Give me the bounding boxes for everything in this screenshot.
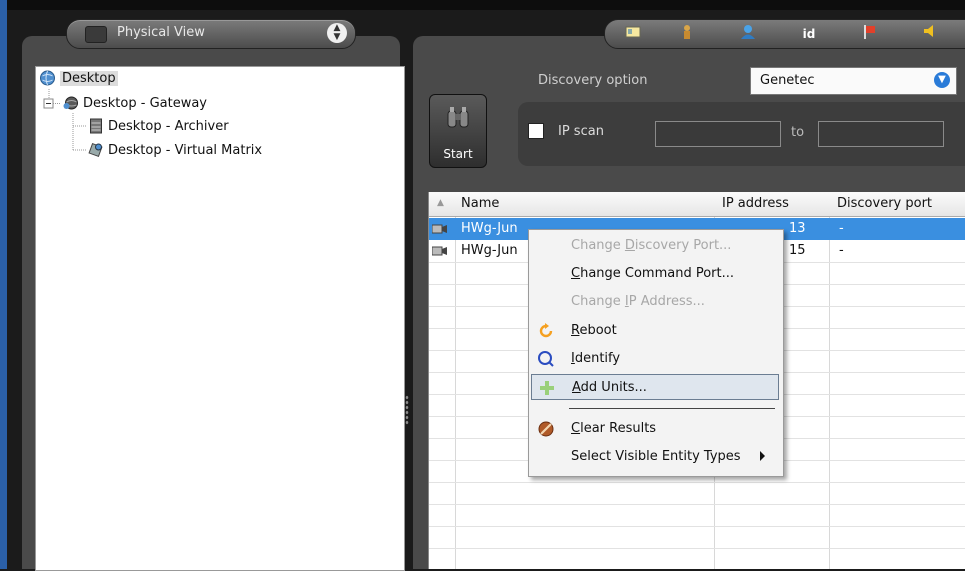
menu-item-label: Change IP Address... <box>571 294 705 309</box>
tree-item-label: Desktop - Gateway <box>83 95 207 111</box>
gateway-globe-icon <box>63 96 78 110</box>
clear-icon <box>538 421 554 437</box>
menu-item-label: Change Command Port... <box>571 266 735 281</box>
window-left-edge <box>0 0 7 569</box>
entity-tree: Desktop Desktop - Gateway Desktop - Arch… <box>35 66 405 571</box>
chevron-down-icon[interactable]: ▼ <box>934 72 950 88</box>
ip-range-to-label: to <box>791 125 805 140</box>
row-divider <box>429 548 965 549</box>
menu-item-change-ip-address[interactable]: Change IP Address... <box>531 289 779 315</box>
column-header-name[interactable]: Name <box>461 196 499 211</box>
reboot-icon <box>539 323 553 338</box>
menu-item-label: Select Visible Entity Types <box>571 449 741 464</box>
tree-item-desktop[interactable]: Desktop <box>39 70 118 86</box>
tree-item-gateway[interactable]: Desktop - Gateway <box>62 95 207 111</box>
flag-icon[interactable] <box>857 24 881 44</box>
row-divider <box>429 526 965 527</box>
menu-item-change-command-port[interactable]: Change Command Port... <box>531 261 779 287</box>
tree-item-virtual-matrix[interactable]: Desktop - Virtual Matrix <box>87 142 262 158</box>
add-icon <box>540 381 554 395</box>
user-group-icon[interactable] <box>736 24 760 44</box>
discovery-option-label: Discovery option <box>538 73 648 88</box>
archiver-server-icon <box>90 118 102 134</box>
unit-camera-icon <box>432 246 447 256</box>
row-name: HWg-Jun <box>461 221 518 236</box>
sort-ascending-icon[interactable]: ▲ <box>437 198 444 208</box>
menu-item-change-discovery-port[interactable]: Change Discovery Port... <box>531 233 779 259</box>
person-icon[interactable] <box>675 24 699 44</box>
tree-item-label: Desktop - Archiver <box>108 118 229 134</box>
submenu-arrow-icon <box>760 451 765 461</box>
physical-view-icon <box>85 26 107 43</box>
start-button-label: Start <box>443 147 473 161</box>
binoculars-icon <box>447 107 469 128</box>
start-button[interactable]: Start <box>429 94 487 168</box>
view-selector-label: Physical View <box>117 25 205 40</box>
row-divider <box>429 482 965 483</box>
menu-item-clear-results[interactable]: Clear Results <box>531 416 779 442</box>
tree-item-label: Desktop <box>60 70 118 86</box>
menu-item-label: Change Discovery Port... <box>571 238 732 253</box>
globe-icon <box>40 70 55 86</box>
ip-range-start-field[interactable] <box>655 121 781 147</box>
ip-scan-checkbox[interactable] <box>528 123 544 139</box>
row-name: HWg-Jun <box>461 243 518 258</box>
row-port: - <box>839 243 844 258</box>
ip-scan-label: IP scan <box>558 124 604 139</box>
panel-splitter[interactable] <box>405 395 409 425</box>
row-ip: 13 <box>789 221 806 236</box>
row-ip: 15 <box>789 243 806 258</box>
speaker-icon[interactable] <box>918 24 942 44</box>
discovery-option-value: Genetec <box>760 73 815 88</box>
discovery-option-dropdown[interactable]: Genetec ▼ <box>750 67 957 95</box>
id-card-icon[interactable] <box>621 24 645 44</box>
window-top-strip <box>0 0 965 10</box>
menu-item-reboot[interactable]: Reboot <box>531 318 779 344</box>
row-divider <box>429 504 965 505</box>
identify-icon <box>538 351 554 367</box>
menu-item-add-units[interactable]: Add Units... <box>531 374 779 400</box>
row-port: - <box>839 221 844 236</box>
menu-item-select-visible-entity-types[interactable]: Select Visible Entity Types <box>531 444 779 470</box>
updown-arrow-icon[interactable]: ▲ ▼ <box>327 23 347 43</box>
menu-item-label: Add Units... <box>572 380 647 395</box>
view-selector-dropdown[interactable]: Physical View ▲ ▼ <box>66 19 356 49</box>
tree-item-label: Desktop - Virtual Matrix <box>108 142 263 158</box>
column-header-ip[interactable]: IP address <box>722 196 789 211</box>
menu-separator <box>569 408 775 409</box>
tool-strip: id <box>604 19 965 49</box>
virtual-matrix-icon <box>88 142 103 158</box>
id-icon[interactable]: id <box>797 24 821 44</box>
menu-item-label: Identify <box>571 351 621 366</box>
tree-item-archiver[interactable]: Desktop - Archiver <box>87 118 229 134</box>
menu-item-identify[interactable]: Identify <box>531 346 779 372</box>
ip-range-end-field[interactable] <box>818 121 944 147</box>
menu-item-label: Clear Results <box>571 421 657 436</box>
table-header: ▲ Name IP address Discovery port <box>429 192 965 217</box>
menu-item-label: Reboot <box>571 323 617 338</box>
unit-camera-icon <box>432 224 447 234</box>
context-menu: Change Discovery Port... Change Command … <box>528 229 784 477</box>
column-header-port[interactable]: Discovery port <box>837 196 932 211</box>
